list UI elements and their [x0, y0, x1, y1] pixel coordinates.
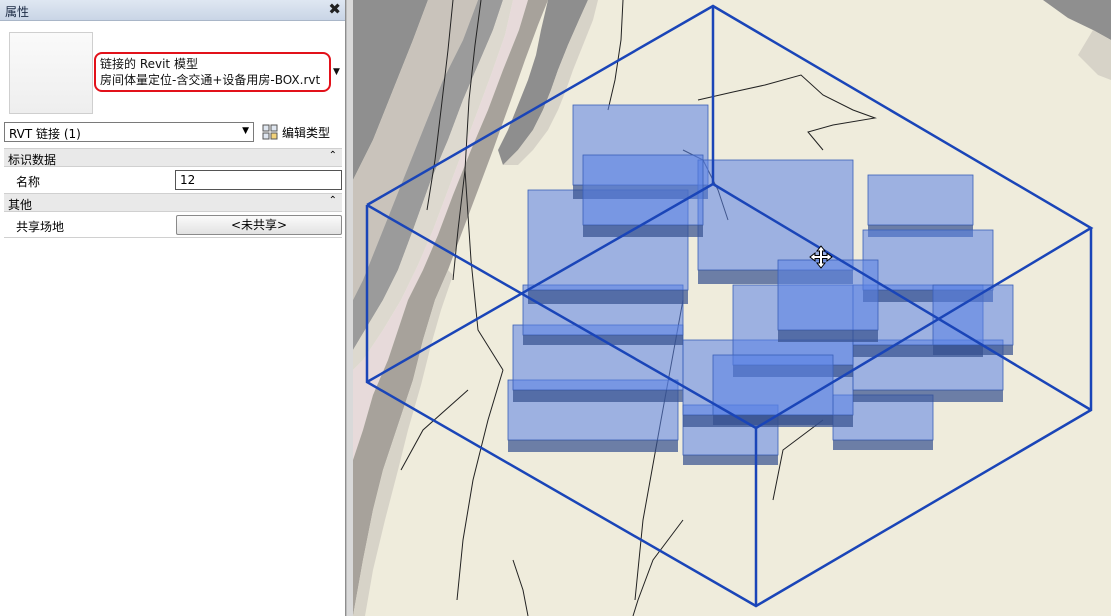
- room-mass-side: [513, 390, 683, 402]
- move-cursor-icon: [809, 245, 833, 269]
- chevron-down-icon: ▼: [242, 126, 249, 136]
- room-mass-side: [683, 455, 778, 465]
- group-label: 标识数据: [8, 153, 57, 167]
- type-selector[interactable]: 链接的 Revit 模型 房间体量定位-含交通+设备用房-BOX.rvt ▼: [4, 28, 341, 118]
- property-label: 名称: [16, 175, 41, 189]
- name-field[interactable]: 12: [175, 170, 342, 190]
- property-row-shared-site: 共享场地 <未共享>: [4, 214, 342, 236]
- room-mass-side: [853, 390, 1003, 402]
- palette-title-bar[interactable]: 属性 ✖: [0, 0, 345, 21]
- palette-title: 属性: [5, 5, 30, 19]
- room-mass-side: [528, 290, 688, 304]
- room-mass-side: [508, 440, 678, 452]
- type-dropdown-arrow-icon[interactable]: ▼: [333, 67, 340, 77]
- room-mass: [867, 174, 974, 226]
- room-mass: [777, 259, 879, 331]
- shared-site-button[interactable]: <未共享>: [176, 215, 342, 235]
- close-icon[interactable]: ✖: [328, 0, 341, 18]
- divider: [4, 237, 342, 238]
- room-masses: [507, 104, 1014, 465]
- road-band: [1043, 0, 1111, 40]
- instance-filter-dropdown[interactable]: RVT 链接 (1) ▼: [4, 122, 254, 142]
- edit-type-button[interactable]: 编辑类型: [260, 122, 342, 142]
- property-label: 共享场地: [16, 220, 65, 234]
- edit-type-icon: [262, 124, 278, 140]
- room-mass: [862, 229, 994, 291]
- type-preview-image: [9, 32, 93, 114]
- group-identity-data[interactable]: 标识数据 ⌃: [4, 148, 342, 167]
- edit-type-label: 编辑类型: [282, 126, 331, 140]
- collapse-icon[interactable]: ⌃: [329, 150, 337, 161]
- room-mass: [712, 354, 834, 416]
- property-row-name: 名称 12: [4, 169, 342, 191]
- type-name: 房间体量定位-含交通+设备用房-BOX.rvt: [100, 73, 321, 87]
- type-family-name: 链接的 Revit 模型: [100, 57, 198, 71]
- room-mass-side: [833, 440, 933, 450]
- room-mass: [582, 154, 704, 226]
- instance-filter-row: RVT 链接 (1) ▼ 编辑类型: [4, 122, 341, 144]
- room-mass-side: [778, 330, 878, 342]
- instance-filter-value: RVT 链接 (1): [9, 127, 81, 141]
- road-band: [1078, 30, 1111, 80]
- group-label: 其他: [8, 198, 33, 212]
- type-name-highlight: 链接的 Revit 模型 房间体量定位-含交通+设备用房-BOX.rvt: [94, 52, 331, 92]
- 3d-view-canvas[interactable]: [353, 0, 1111, 616]
- room-mass-side: [583, 225, 703, 237]
- properties-palette: 属性 ✖ 链接的 Revit 模型 房间体量定位-含交通+设备用房-BOX.rv…: [0, 0, 346, 616]
- name-value: 12: [180, 173, 196, 187]
- group-other[interactable]: 其他 ⌃: [4, 193, 342, 212]
- collapse-icon[interactable]: ⌃: [329, 195, 337, 206]
- 3d-scene: [353, 0, 1111, 616]
- room-mass-side: [933, 345, 1013, 355]
